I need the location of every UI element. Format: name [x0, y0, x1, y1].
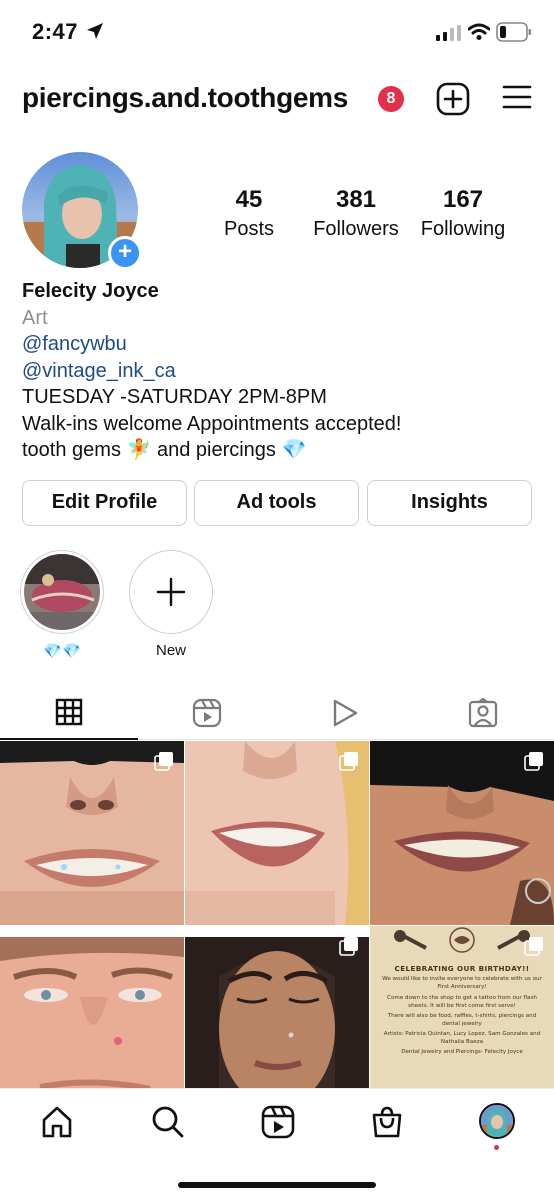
- post-thumbnail[interactable]: [0, 926, 184, 1110]
- multiple-photos-icon: [524, 937, 543, 956]
- profile-bio: Felecity Joyce Art @fancywbu @vintage_in…: [22, 278, 542, 464]
- hamburger-menu-icon[interactable]: [502, 84, 532, 110]
- post-thumbnail[interactable]: CELEBRATING OUR BIRTHDAY!! We would like…: [370, 926, 554, 1110]
- post-thumbnail[interactable]: [185, 926, 369, 1110]
- mention-link-fancywbu[interactable]: @fancywbu: [22, 331, 542, 358]
- story-highlight[interactable]: 💎💎: [20, 550, 104, 660]
- cellular-signal-icon: [436, 25, 461, 41]
- multiple-photos-icon: [154, 752, 173, 771]
- followers-stat[interactable]: 381 Followers: [306, 186, 406, 241]
- play-icon: [333, 699, 358, 727]
- posts-count: 45: [235, 186, 263, 213]
- poster-text: Come down to the shop to get a tattoo fr…: [387, 995, 537, 1009]
- new-highlight-label: New: [155, 642, 186, 659]
- highlight-cover-image: [24, 554, 100, 630]
- battery-icon: [496, 22, 531, 42]
- posts-stat[interactable]: 45 Posts: [212, 186, 286, 241]
- profile-tabs: [0, 686, 554, 740]
- grid-icon: [55, 698, 83, 726]
- profile-avatar[interactable]: +: [22, 152, 142, 270]
- post-thumbnail[interactable]: [0, 741, 184, 925]
- poster-text: Dental Jewelry and Piercings- Felecity J…: [401, 1049, 523, 1055]
- tab-videos[interactable]: [276, 686, 414, 740]
- highlight-label: 💎💎: [43, 643, 81, 660]
- plus-icon: [156, 577, 186, 607]
- reels-icon[interactable]: [261, 1105, 295, 1139]
- tagged-person-icon: [468, 698, 498, 728]
- nav-profile-avatar[interactable]: [479, 1103, 515, 1139]
- bio-line: Walk-ins welcome Appointments accepted!: [22, 412, 402, 435]
- display-name: Felecity Joyce: [22, 280, 159, 302]
- followers-count: 381: [335, 186, 377, 213]
- add-story-button[interactable]: +: [108, 236, 142, 270]
- home-icon[interactable]: [40, 1105, 74, 1139]
- business-hours: TUESDAY -SATURDAY 2PM-8PM: [22, 386, 327, 408]
- multiple-photos-icon: [524, 752, 543, 771]
- poster-text: There will also be food, raffles, t-shir…: [387, 1013, 537, 1027]
- notification-badge[interactable]: 8: [378, 86, 404, 112]
- new-highlight-button[interactable]: New: [129, 550, 213, 659]
- status-bar: 2:47: [0, 0, 554, 64]
- search-icon[interactable]: [151, 1105, 185, 1139]
- create-post-icon[interactable]: [436, 82, 470, 116]
- category-label: Art: [22, 306, 48, 329]
- following-label: Following: [420, 218, 506, 240]
- tab-reels[interactable]: [138, 686, 276, 740]
- ad-tools-button[interactable]: Ad tools: [194, 480, 359, 526]
- location-arrow-icon: [87, 23, 103, 39]
- followers-label: Followers: [313, 218, 399, 240]
- multiple-photos-icon: [339, 752, 358, 771]
- username-switcher[interactable]: piercings.and.toothgems: [22, 82, 348, 114]
- poster-text: Artists: Patricia Quintan, Lucy Lopez, S…: [383, 1031, 541, 1045]
- following-count: 167: [442, 186, 484, 213]
- mention-link-vintage-ink[interactable]: @vintage_ink_ca: [22, 358, 542, 385]
- post-thumbnail[interactable]: [370, 741, 554, 925]
- following-stat[interactable]: 167 Following: [412, 186, 514, 241]
- shopping-bag-icon[interactable]: [371, 1105, 403, 1139]
- profile-header: piercings.and.toothgems 8: [0, 74, 554, 124]
- wifi-icon: [468, 23, 490, 40]
- edit-profile-button[interactable]: Edit Profile: [22, 480, 187, 526]
- home-indicator[interactable]: [178, 1182, 376, 1188]
- post-thumbnail[interactable]: [185, 741, 369, 925]
- multiple-photos-icon: [339, 937, 358, 956]
- insights-button[interactable]: Insights: [367, 480, 532, 526]
- posts-label: Posts: [223, 218, 275, 240]
- notification-dot: [494, 1145, 499, 1150]
- poster-title: CELEBRATING OUR BIRTHDAY!!: [394, 964, 530, 973]
- tab-posts-grid[interactable]: [0, 686, 138, 740]
- status-time: 2:47: [32, 19, 79, 44]
- bio-line: tooth gems 🧚 and piercings 💎: [22, 439, 307, 461]
- nav-avatar-photo: [481, 1105, 513, 1137]
- reels-icon: [192, 698, 222, 728]
- poster-text: We would like to invite everyone to cele…: [382, 976, 542, 990]
- tab-tagged[interactable]: [414, 686, 552, 740]
